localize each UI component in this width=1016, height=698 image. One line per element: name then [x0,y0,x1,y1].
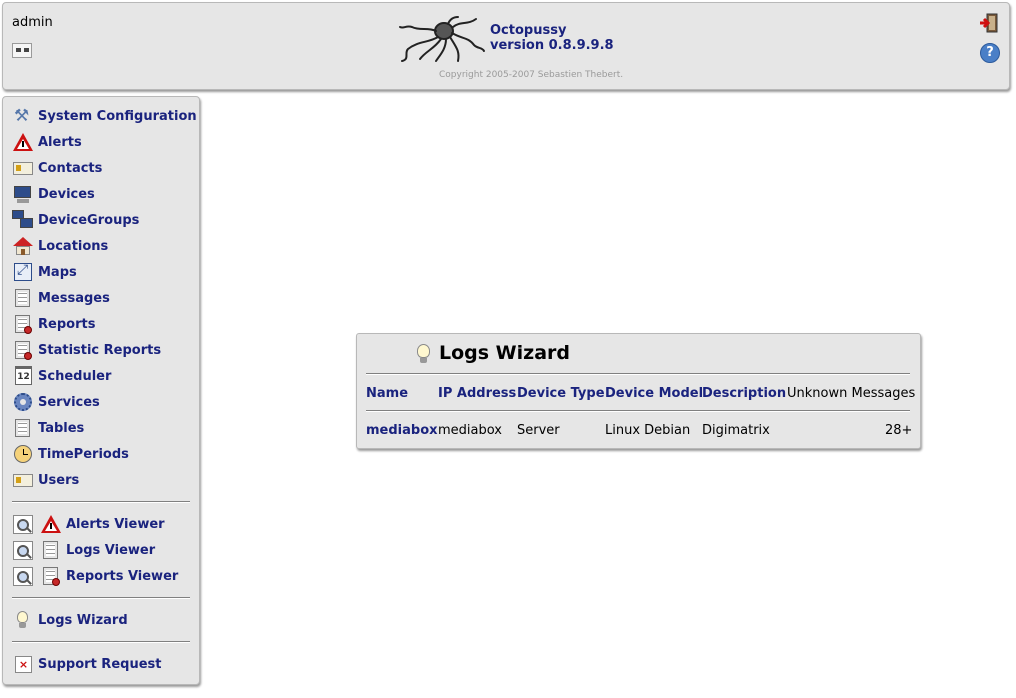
octopus-logo [399,16,485,62]
menu-item-alerts[interactable]: Alerts [12,131,82,153]
alert-icon [12,132,34,152]
column-header-device-type[interactable]: Device Type [517,386,605,401]
menu-divider [12,597,190,599]
menu-divider [12,641,190,643]
menu-item-label: Alerts [38,134,82,150]
column-header-description[interactable]: Description [702,386,786,401]
document-icon [12,288,34,308]
logs-wizard-panel: Logs Wizard Name IP Address Device Type … [356,333,921,449]
column-header-name[interactable]: Name [366,386,408,401]
app-name-version: Octopussy version 0.8.9.9.8 [490,23,614,53]
current-user: admin [12,15,53,30]
lightbulb-icon [413,342,435,366]
menu-item-devices[interactable]: Devices [12,183,95,205]
monitor-icon [12,184,34,204]
column-header-unknown-messages: Unknown Messages [787,386,916,401]
menu-item-scheduler[interactable]: 12 Scheduler [12,365,111,387]
menu-item-messages[interactable]: Messages [12,287,110,309]
lightbulb-icon [12,610,34,630]
menu-divider [12,501,190,503]
column-header-ip-address[interactable]: IP Address [438,386,516,401]
menu-item-tables[interactable]: Tables [12,417,84,439]
document-icon [12,418,34,438]
logout-icon[interactable] [979,13,999,33]
cell-name-link[interactable]: mediabox [366,423,438,438]
menu-item-label: Contacts [38,160,103,176]
menu-item-reports-viewer[interactable]: Reports Viewer [12,565,178,587]
menu-item-users[interactable]: Users [12,469,79,491]
report-icon [12,314,34,334]
menu-item-label: TimePeriods [38,446,129,462]
cell-ip-address: mediabox [438,423,502,438]
top-header: admin Octopussy version 0.8.9.9.8 Copyri… [2,2,1010,90]
menu-item-alerts-viewer[interactable]: Alerts Viewer [12,513,165,535]
menu-item-label: Tables [38,420,85,436]
panel-title: Logs Wizard [439,342,571,364]
copyright-text: Copyright 2005-2007 Sebastien Thebert. [439,70,624,80]
gear-icon [12,392,34,412]
document-icon [40,540,62,560]
menu-item-logs-wizard[interactable]: Logs Wizard [12,609,128,631]
menu-item-label: System Configuration [38,108,197,124]
sidebar-menu: ⚒ System Configuration Alerts Contacts D… [2,96,200,685]
menu-item-label: Reports [38,316,96,332]
menu-item-label: Scheduler [38,368,112,384]
menu-item-label: Logs Wizard [38,612,128,628]
report-icon [12,340,34,360]
contact-card-icon [12,158,34,178]
app-name: Octopussy [490,23,567,38]
menu-item-label: Messages [38,290,110,306]
calendar-day: 12 [15,366,32,385]
cell-description: Digimatrix [702,423,770,438]
menu-item-system-configuration[interactable]: ⚒ System Configuration [12,105,197,127]
menu-item-statistic-reports[interactable]: Statistic Reports [12,339,161,361]
menu-item-support-request[interactable]: × Support Request [12,653,161,675]
maps-icon [12,262,34,282]
menu-item-reports[interactable]: Reports [12,313,95,335]
menu-item-label: DeviceGroups [38,212,140,228]
support-icon: × [12,654,34,674]
menu-item-maps[interactable]: Maps [12,261,77,283]
menu-item-services[interactable]: Services [12,391,100,413]
device-groups-icon [12,210,34,230]
menu-item-devicegroups[interactable]: DeviceGroups [12,209,139,231]
cell-unknown-messages: 28+ [885,423,913,438]
report-icon [40,566,62,586]
magnifier-icon [12,540,34,560]
menu-item-label: Statistic Reports [38,342,162,358]
app-version: version 0.8.9.9.8 [490,38,614,53]
table-top-rule [366,373,910,375]
switch-menu-mode-button[interactable] [12,43,32,58]
menu-item-label: Devices [38,186,95,202]
menu-item-label: Maps [38,264,77,280]
help-icon[interactable]: ? [980,43,1000,63]
menu-item-label: Users [38,472,80,488]
table-header-rule [366,410,910,412]
clock-icon [12,444,34,464]
cell-device-model: Linux Debian [605,423,691,438]
contact-card-icon [12,470,34,490]
tools-icon: ⚒ [14,106,30,126]
menu-item-label: Services [38,394,100,410]
menu-item-label: Alerts Viewer [66,516,165,532]
menu-item-contacts[interactable]: Contacts [12,157,102,179]
magnifier-icon [12,514,34,534]
menu-item-label: Locations [38,238,109,254]
cell-device-type: Server [517,423,560,438]
column-header-device-model[interactable]: Device Model [605,386,703,401]
house-icon [12,236,34,256]
support-glyph: × [15,656,32,673]
menu-item-label: Support Request [38,656,162,672]
menu-item-locations[interactable]: Locations [12,235,108,257]
alert-icon [40,514,62,534]
menu-item-label: Reports Viewer [66,568,179,584]
calendar-icon: 12 [12,366,34,386]
menu-item-label: Logs Viewer [66,542,156,558]
menu-item-timeperiods[interactable]: TimePeriods [12,443,129,465]
menu-item-logs-viewer[interactable]: Logs Viewer [12,539,155,561]
magnifier-icon [12,566,34,586]
